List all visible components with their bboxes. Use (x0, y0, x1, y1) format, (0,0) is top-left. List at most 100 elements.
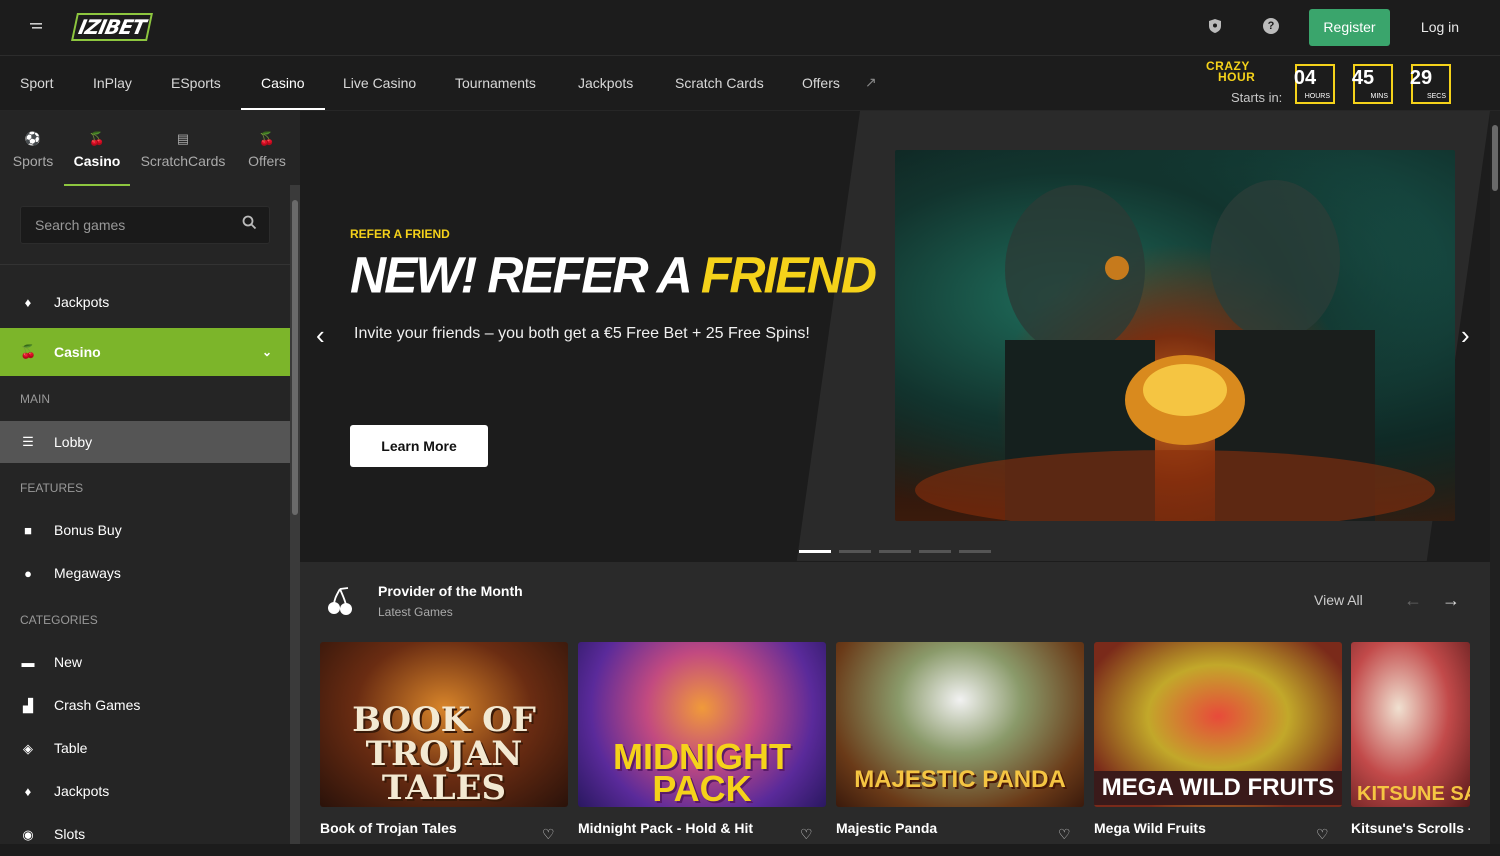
help-icon[interactable]: ? (1263, 18, 1279, 34)
hero-image (895, 150, 1455, 521)
nav-offers[interactable]: Offers (782, 57, 860, 110)
search-box (20, 206, 270, 244)
page-scrollbar-thumb[interactable] (1492, 125, 1498, 191)
game-title[interactable]: Mega Wild Fruits (1094, 820, 1304, 836)
heart-icon[interactable]: ♡ (542, 826, 555, 843)
game-card-image[interactable]: BOOK OF TROJAN TALES (320, 642, 568, 807)
sidebar-item-jackpots-category[interactable]: ♦ Jackpots (0, 770, 290, 813)
new-badge-icon: ▬ (21, 655, 35, 670)
heart-icon[interactable]: ♡ (1058, 826, 1071, 843)
menu-icon[interactable] (28, 18, 46, 36)
top-bar: IZIBET ? Register Log in (0, 0, 1500, 56)
carousel-prev-icon[interactable]: ← (1404, 590, 1422, 611)
game-card-image[interactable]: MEGA WILD FRUITS (1094, 642, 1342, 807)
sidebar-divider (0, 264, 290, 265)
sidebar-tab-offers[interactable]: 🍒 Offers (236, 111, 298, 186)
heart-icon[interactable]: ♡ (800, 826, 813, 843)
crazy-hour-logo: CRAZY HOUR (1206, 60, 1256, 84)
sidebar-item-megaways[interactable]: ● Megaways (0, 552, 290, 595)
sidebar-item-lobby[interactable]: ☰ Lobby (0, 421, 290, 463)
search-icon[interactable] (242, 215, 257, 234)
table-chip-icon: ◈ (23, 741, 33, 756)
game-card-image[interactable]: KITSUNE SACRED (1351, 642, 1470, 807)
sidebar-tab-label: Casino (73, 153, 121, 169)
hero-title: NEW! REFER A FRIEND (350, 245, 877, 304)
sidebar-item-table[interactable]: ◈ Table (0, 727, 290, 770)
hero-prev-arrow-icon[interactable]: ‹ (316, 320, 325, 351)
register-button[interactable]: Register (1309, 9, 1390, 46)
hero-next-arrow-icon[interactable]: › (1461, 320, 1470, 351)
sidebar-item-new[interactable]: ▬ New (0, 641, 290, 684)
sidebar-item-jackpots[interactable]: ♦ Jackpots (0, 281, 290, 324)
shield-icon[interactable] (1207, 18, 1223, 34)
game-art-title: MEGA WILD FRUITS (1094, 771, 1342, 805)
sidebar-tab-sports[interactable]: ⚽ Sports (0, 111, 66, 186)
hero-subtitle: Invite your friends – you both get a €5 … (354, 325, 810, 342)
countdown-hours: 04 HOURS (1294, 64, 1335, 104)
game-art-title: MIDNIGHT PACK (613, 736, 791, 807)
game-art-title: MAJESTIC PANDA (854, 766, 1066, 793)
nav-scratch-cards[interactable]: Scratch Cards (655, 57, 784, 110)
countdown-hours-unit: HOURS (1303, 93, 1331, 100)
sidebar-item-label: Table (54, 740, 88, 756)
sidebar-tab-label: Sports (12, 153, 54, 169)
sidebar-item-label: Bonus Buy (54, 522, 122, 538)
slide-dot[interactable] (839, 550, 871, 553)
sidebar-tab-casino[interactable]: 🍒 Casino (64, 111, 130, 186)
sidebar-tab-label: ScratchCards (140, 153, 226, 169)
game-title[interactable]: Midnight Pack - Hold & Hit (578, 820, 788, 836)
section-subtitle: Latest Games (378, 605, 453, 619)
hero-title-part1: NEW! REFER A (350, 246, 701, 304)
nav-inplay[interactable]: InPlay (73, 57, 152, 110)
sliders-icon: ☰ (22, 434, 34, 449)
crazy-hour-line2: HOUR (1218, 70, 1256, 84)
diamond-icon: ♦ (24, 784, 32, 799)
sidebar-item-bonus-buy[interactable]: ■ Bonus Buy (0, 509, 290, 552)
game-title[interactable]: Kitsune's Scrolls - S (1351, 820, 1470, 836)
chart-icon: ▟ (23, 698, 33, 713)
nav-esports[interactable]: ESports (151, 57, 241, 110)
sidebar-item-label: Jackpots (54, 294, 110, 310)
slide-dot[interactable] (799, 550, 831, 553)
nav-jackpots[interactable]: Jackpots (558, 57, 653, 110)
nav-live-casino[interactable]: Live Casino (323, 57, 436, 110)
sidebar-item-crash-games[interactable]: ▟ Crash Games (0, 684, 290, 727)
section-heading-features: FEATURES (20, 481, 84, 495)
nav-tournaments[interactable]: Tournaments (435, 57, 556, 110)
game-card-image[interactable]: MIDNIGHT PACK (578, 642, 826, 807)
game-title[interactable]: Book of Trojan Tales (320, 820, 530, 836)
sidebar-item-label: Casino (54, 344, 101, 360)
slide-dot[interactable] (879, 550, 911, 553)
sidebar-tab-scratchcards[interactable]: ▤ ScratchCards (136, 111, 230, 186)
slide-dot[interactable] (919, 550, 951, 553)
learn-more-button[interactable]: Learn More (350, 425, 488, 467)
hero-kicker: REFER A FRIEND (350, 227, 450, 241)
nav-casino[interactable]: Casino (241, 57, 325, 110)
countdown-secs-unit: SECS (1425, 93, 1447, 100)
countdown-hours-value: 04 (1293, 67, 1317, 89)
sidebar-tab-label: Offers (248, 153, 286, 169)
countdown-mins: 45 MINS (1352, 64, 1393, 104)
view-all-link[interactable]: View All (1314, 592, 1363, 608)
countdown-secs-value: 29 (1409, 67, 1433, 89)
page-scrollbar[interactable] (1490, 111, 1500, 844)
game-card-image[interactable]: MAJESTIC PANDA (836, 642, 1084, 807)
section-heading-main: MAIN (20, 392, 50, 406)
chevron-down-icon[interactable]: ⌄ (262, 328, 272, 376)
sidebar-scrollbar-thumb[interactable] (292, 200, 298, 515)
carousel-next-icon[interactable]: → (1442, 590, 1460, 611)
heart-icon[interactable]: ♡ (1316, 826, 1329, 843)
search-input[interactable] (21, 207, 221, 243)
logo[interactable]: IZIBET (71, 13, 153, 41)
login-button[interactable]: Log in (1406, 9, 1474, 46)
external-link-icon[interactable]: ↗ (865, 74, 877, 91)
sidebar-item-label: New (54, 654, 83, 670)
sidebar-item-slots[interactable]: ◉ Slots (0, 813, 290, 856)
diamond-icon: ♦ (24, 295, 32, 310)
slide-dot[interactable] (959, 550, 991, 553)
section-heading-categories: CATEGORIES (20, 613, 98, 627)
nav-sport[interactable]: Sport (0, 57, 73, 110)
sidebar-item-casino[interactable]: 🍒 Casino ⌄ (0, 328, 290, 376)
logo-text: IZIBET (71, 13, 153, 41)
game-title[interactable]: Majestic Panda (836, 820, 1046, 836)
